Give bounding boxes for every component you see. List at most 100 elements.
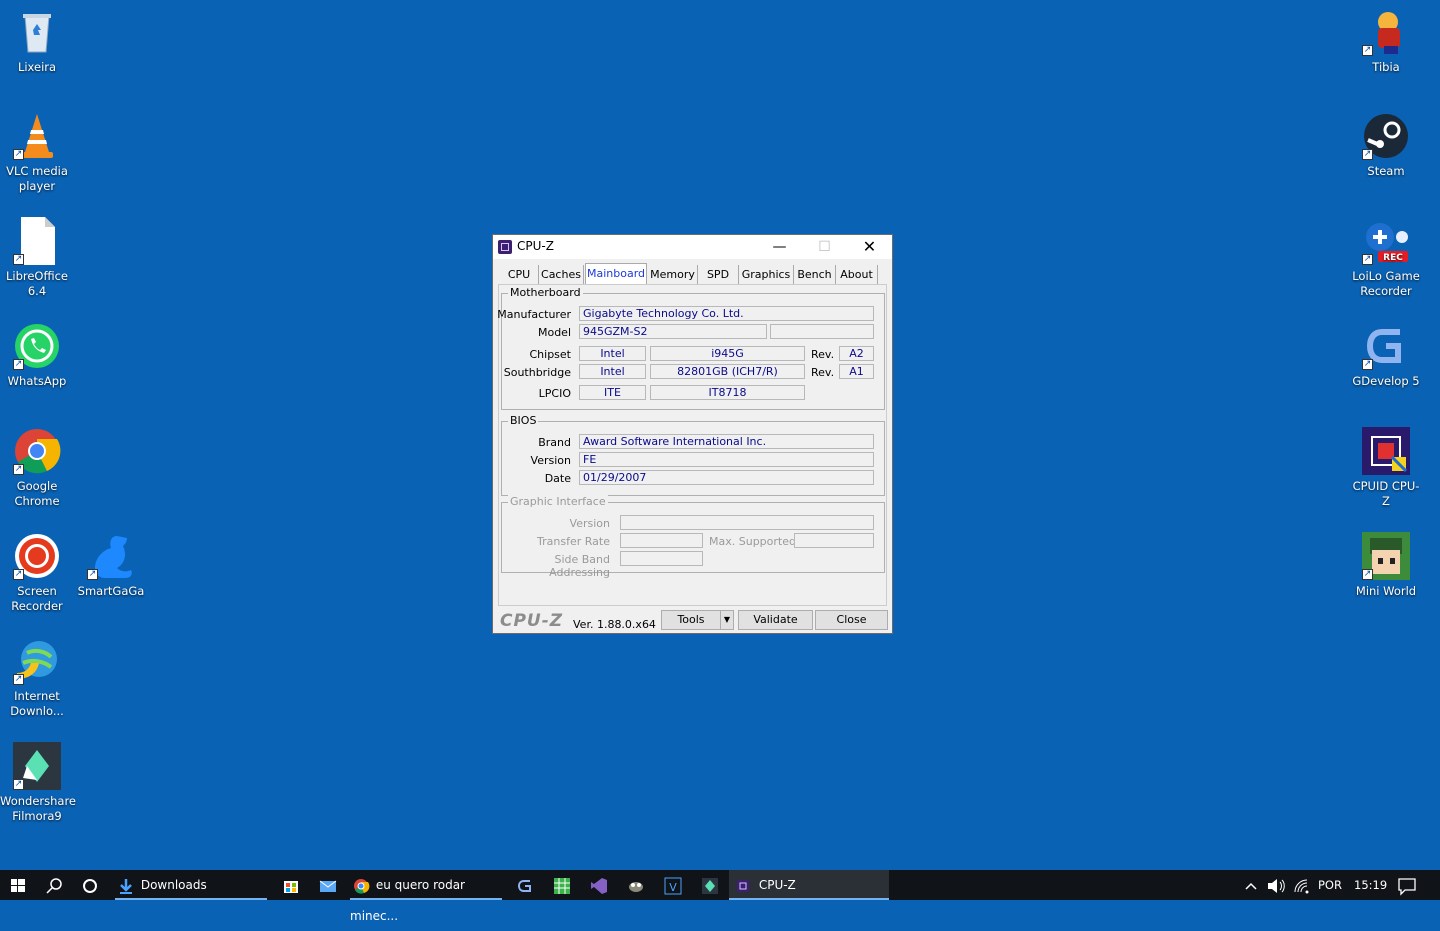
desktop-icon-label: Screen Recorder: [11, 584, 63, 613]
minimize-button[interactable]: —: [757, 235, 802, 259]
taskbar-downloads[interactable]: Downloads: [115, 870, 267, 900]
wifi-icon: [1294, 879, 1309, 893]
idm-icon: ↗: [13, 637, 61, 685]
recycle-bin-icon: [13, 8, 61, 56]
southbridge-rev-label: Rev.: [811, 366, 835, 379]
desktop-icon-libreoffice[interactable]: ↗ LibreOffice 6.4: [0, 217, 74, 299]
desktop-icon-whatsapp[interactable]: ↗ WhatsApp: [0, 322, 74, 389]
bios-date-field: 01/29/2007: [579, 470, 874, 485]
chipset-rev-label: Rev.: [811, 348, 835, 361]
libreoffice-icon: ↗: [13, 217, 61, 265]
shortcut-arrow-icon: ↗: [1362, 45, 1373, 56]
close-window-button[interactable]: ✕: [847, 235, 892, 259]
taskbar-chrome[interactable]: eu quero rodar minec...: [350, 870, 502, 923]
taskbar: Downloads eu quero rodar minec... V CPU-…: [0, 870, 1440, 923]
side-band-field: [620, 551, 703, 566]
graphic-version-field: [620, 515, 874, 530]
shortcut-arrow-icon: ↗: [13, 359, 24, 370]
taskbar-store[interactable]: [278, 870, 304, 900]
desktop-icon-miniworld[interactable]: ↗ Mini World: [1349, 532, 1423, 599]
desktop-icon-idm[interactable]: ↗ Internet Downlo...: [0, 637, 74, 719]
window-titlebar[interactable]: CPU-Z — ☐ ✕: [493, 235, 892, 259]
language-indicator[interactable]: POR: [1318, 870, 1342, 900]
desktop-icon-label: Tibia: [1372, 60, 1400, 74]
desktop-icon-label: Internet Downlo...: [10, 689, 64, 718]
taskbar-cpuz-label: CPU-Z: [758, 878, 796, 892]
graphic-version-label: Version: [569, 517, 610, 530]
desktop-icon-chrome[interactable]: ↗ Google Chrome: [0, 427, 74, 509]
svg-text:V: V: [669, 881, 677, 894]
desktop-icon-smartgaga[interactable]: ↗ SmartGaGa: [74, 532, 148, 599]
bios-group: BIOS Brand Award Software International …: [501, 414, 885, 496]
tab-caches[interactable]: Caches: [539, 265, 584, 284]
cpuz-logo: CPU-Z: [500, 611, 564, 631]
southbridge-label: Southbridge: [503, 366, 571, 379]
shortcut-arrow-icon: ↗: [13, 779, 24, 790]
network-button[interactable]: [1292, 870, 1312, 900]
desktop-icon-filmora[interactable]: ↗ Wondershare Filmora9: [0, 742, 77, 824]
speaker-icon: [1268, 878, 1285, 893]
tab-cpu[interactable]: CPU: [500, 265, 539, 284]
side-band-label: Side Band Addressing: [549, 553, 610, 579]
validate-button[interactable]: Validate: [738, 610, 813, 630]
taskbar-gdevelop[interactable]: [513, 870, 537, 900]
cpuz-window: CPU-Z — ☐ ✕ CPU Caches Mainboard Memory …: [492, 234, 893, 634]
lpcio-vendor-field: ITE: [579, 385, 646, 400]
desktop-icon-vlc[interactable]: ↗ VLC media player: [0, 112, 74, 194]
shortcut-arrow-icon: ↗: [13, 674, 24, 685]
taskbar-vim[interactable]: V: [661, 870, 685, 900]
transfer-rate-field: [620, 533, 703, 548]
tab-about[interactable]: About: [836, 265, 878, 284]
taskbar-downloads-label: Downloads: [140, 878, 207, 892]
volume-button[interactable]: [1266, 870, 1286, 900]
bios-version-label: Version: [530, 454, 571, 467]
graphic-interface-group: Graphic Interface Version Transfer Rate …: [501, 495, 885, 579]
close-button[interactable]: Close: [815, 610, 888, 630]
window-title: CPU-Z: [517, 239, 554, 253]
cpuz-icon: [1362, 427, 1410, 475]
search-button[interactable]: [40, 870, 70, 900]
model-extra-field: [770, 324, 874, 339]
desktop-icon-label: Wondershare Filmora9: [0, 794, 77, 823]
shortcut-arrow-icon: ↗: [13, 149, 24, 160]
tab-mainboard[interactable]: Mainboard: [585, 263, 647, 286]
taskbar-filmora[interactable]: [698, 870, 722, 900]
bios-date-label: Date: [544, 472, 571, 485]
tools-button[interactable]: Tools: [661, 610, 721, 630]
desktop-icon-screen-recorder[interactable]: ↗ Screen Recorder: [0, 532, 74, 614]
taskbar-mail[interactable]: [315, 870, 341, 900]
desktop-icon-label: Mini World: [1355, 584, 1417, 598]
shortcut-arrow-icon: ↗: [13, 569, 24, 580]
taskbar-cpuz[interactable]: CPU-Z: [729, 870, 889, 900]
desktop-icon-steam[interactable]: ↗ Steam: [1349, 112, 1423, 179]
clock[interactable]: 15:19: [1354, 870, 1387, 900]
desktop-icon-lixeira[interactable]: Lixeira: [0, 8, 74, 75]
desktop-icon-tibia[interactable]: ↗ Tibia: [1349, 8, 1423, 75]
show-hidden-icons-button[interactable]: [1243, 870, 1259, 900]
tab-bench[interactable]: Bench: [794, 265, 836, 284]
action-center-button[interactable]: [1396, 870, 1418, 900]
tab-graphics[interactable]: Graphics: [739, 265, 794, 284]
desktop-icon-label: Google Chrome: [14, 479, 60, 508]
tools-dropdown-icon[interactable]: ▼: [720, 610, 734, 630]
desktop-icon-label: SmartGaGa: [77, 584, 145, 598]
desktop-icon-label: LoiLo Game Recorder: [1352, 269, 1420, 298]
visual-studio-icon: [591, 877, 607, 894]
grid-app-icon: [554, 877, 570, 894]
taskbar-spreadsheet[interactable]: [550, 870, 574, 900]
desktop-icon-loilo[interactable]: REC ↗ LoiLo Game Recorder: [1349, 217, 1423, 299]
tab-memory[interactable]: Memory: [648, 265, 698, 284]
desktop-icon-cpuz[interactable]: CPUID CPU-Z: [1349, 427, 1423, 509]
cortana-button[interactable]: [75, 870, 105, 900]
desktop-icon-label: LibreOffice 6.4: [5, 269, 69, 298]
taskbar-gimp[interactable]: [624, 870, 648, 900]
desktop-icon-gdevelop[interactable]: ↗ GDevelop 5: [1349, 322, 1423, 389]
chipset-rev-field: A2: [839, 346, 874, 361]
start-button[interactable]: [0, 870, 36, 900]
taskbar-visual-studio[interactable]: [587, 870, 611, 900]
shortcut-arrow-icon: ↗: [13, 464, 24, 475]
windows-logo-icon: [11, 878, 25, 892]
tab-spd[interactable]: SPD: [698, 265, 739, 284]
bios-group-title: BIOS: [508, 414, 539, 427]
download-folder-icon: [120, 878, 132, 894]
